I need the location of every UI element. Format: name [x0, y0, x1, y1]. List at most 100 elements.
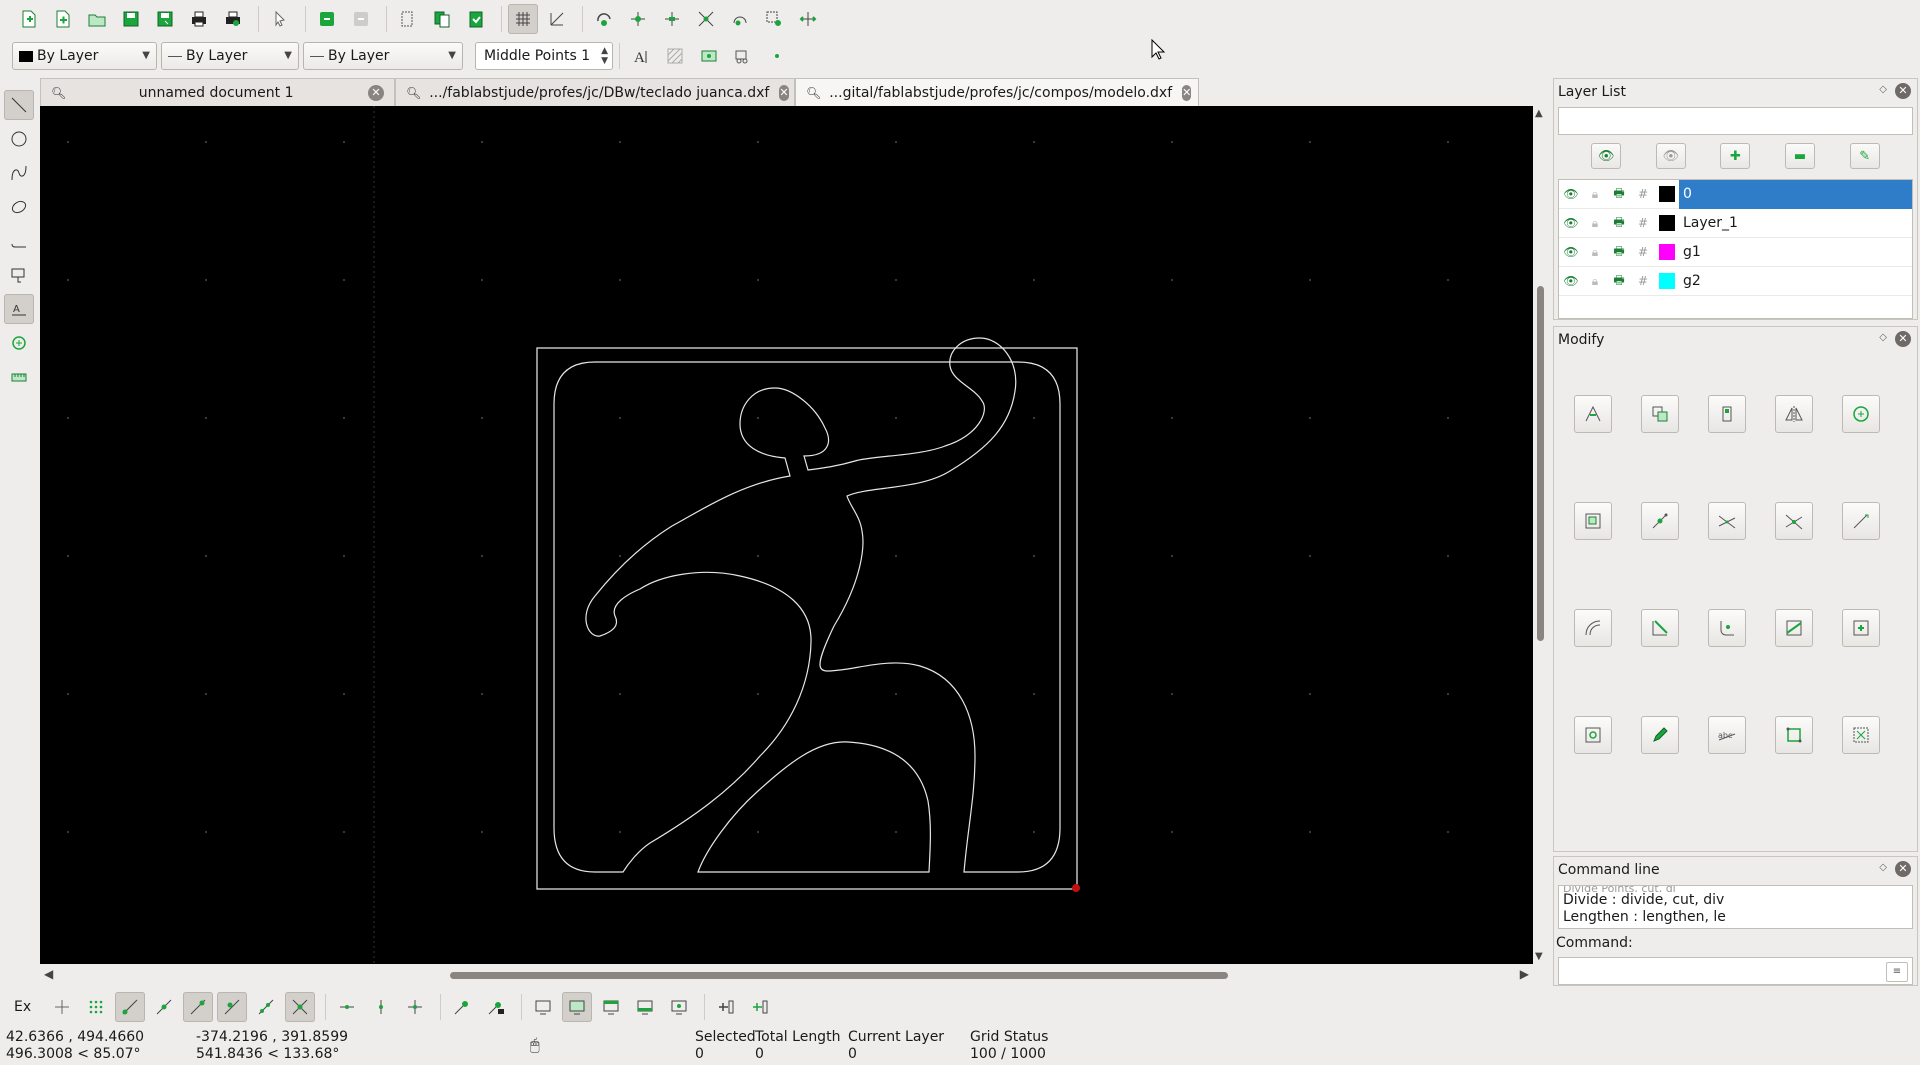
- tab-document-1[interactable]: 🔍︎ unnamed document 1 ✕: [40, 78, 395, 106]
- move-icon[interactable]: [1574, 395, 1612, 433]
- close-icon[interactable]: ✕: [779, 84, 789, 101]
- restrict-vertical-icon[interactable]: [366, 992, 396, 1022]
- zoom-previous-icon[interactable]: [725, 4, 755, 34]
- add-block-icon[interactable]: [711, 992, 741, 1022]
- drawing-canvas[interactable]: [40, 106, 1533, 964]
- eye-icon[interactable]: 👁︎: [1559, 267, 1583, 296]
- rotate-around-icon[interactable]: [1842, 395, 1880, 433]
- close-icon[interactable]: ✕: [1182, 84, 1192, 101]
- snap-grid-icon[interactable]: [81, 992, 111, 1022]
- paste-icon[interactable]: [461, 4, 491, 34]
- zoom-out-icon[interactable]: [657, 4, 687, 34]
- construction-icon[interactable]: #: [1631, 238, 1655, 267]
- save-as-icon[interactable]: [150, 4, 180, 34]
- print-preview-icon[interactable]: [218, 4, 248, 34]
- construction-icon[interactable]: #: [1631, 209, 1655, 238]
- snap-center-icon[interactable]: [183, 992, 214, 1022]
- menu-icon[interactable]: ≡: [1886, 962, 1908, 982]
- offset-icon[interactable]: [1574, 609, 1612, 647]
- zoom-window-icon[interactable]: [759, 4, 789, 34]
- spin-arrows-icon[interactable]: ▲ ▼: [601, 46, 608, 66]
- cut-icon[interactable]: [393, 4, 423, 34]
- close-icon[interactable]: ✕: [1895, 861, 1911, 877]
- edit-layer-button[interactable]: ✎: [1849, 143, 1880, 169]
- lock-icon[interactable]: 🔒︎: [1583, 267, 1607, 296]
- ortho-grid-icon[interactable]: [542, 4, 572, 34]
- grid-toggle-icon[interactable]: [508, 4, 538, 34]
- text-tool-icon[interactable]: A: [626, 41, 656, 71]
- arrow-down-icon[interactable]: ▼: [1535, 951, 1543, 962]
- printer-icon[interactable]: 🖶︎: [1607, 267, 1631, 296]
- float-icon[interactable]: ◇: [1879, 862, 1887, 873]
- stretch-icon[interactable]: [1641, 502, 1679, 540]
- select-tool-icon[interactable]: [4, 260, 34, 290]
- linetype-combo[interactable]: By Layer ▼: [161, 42, 299, 70]
- command-history[interactable]: Divide Points, cut, di Divide : divide, …: [1558, 885, 1913, 929]
- close-icon[interactable]: ✕: [368, 84, 384, 101]
- horizontal-scrollbar[interactable]: ◀ ▶: [40, 964, 1533, 986]
- lock-icon[interactable]: 🔒︎: [1583, 238, 1607, 267]
- insert-block-icon[interactable]: [745, 992, 775, 1022]
- command-input[interactable]: ≡: [1558, 957, 1913, 985]
- show-all-layers-button[interactable]: 👁︎: [1591, 143, 1622, 169]
- polyline-tool-icon[interactable]: [4, 226, 34, 256]
- ellipse-tool-icon[interactable]: [4, 192, 34, 222]
- undo-icon[interactable]: [312, 4, 342, 34]
- color-combo[interactable]: By Layer ▼: [12, 42, 157, 70]
- mirror-icon[interactable]: [1775, 395, 1813, 433]
- save-icon[interactable]: [116, 4, 146, 34]
- snap-free-icon[interactable]: [47, 992, 77, 1022]
- close-icon[interactable]: ✕: [1895, 331, 1911, 347]
- horizontal-scroll-thumb[interactable]: [450, 972, 1228, 979]
- rotate-icon[interactable]: [1708, 395, 1746, 433]
- arrow-left-icon[interactable]: ◀: [44, 967, 53, 981]
- eye-icon[interactable]: 👁︎: [1559, 238, 1583, 267]
- printer-icon[interactable]: 🖶︎: [1607, 209, 1631, 238]
- attributes-icon[interactable]: [1574, 716, 1612, 754]
- float-icon[interactable]: ◇: [1879, 84, 1887, 95]
- tab-document-3[interactable]: 🔍︎ ...gital/fablabstjude/profes/jc/compo…: [795, 78, 1199, 106]
- lock-icon[interactable]: 🔒︎: [1583, 209, 1607, 238]
- trim-two-icon[interactable]: [1775, 502, 1813, 540]
- construction-icon[interactable]: #: [1631, 180, 1655, 209]
- snap-on-entity-icon[interactable]: [149, 992, 179, 1022]
- select-pointer-icon[interactable]: [265, 4, 295, 34]
- layer-row[interactable]: 👁︎ 🔒︎ 🖶︎ #0: [1559, 179, 1912, 209]
- lengthen-icon[interactable]: [1842, 502, 1880, 540]
- view-custom-icon[interactable]: [664, 992, 694, 1022]
- vertical-scroll-thumb[interactable]: [1537, 286, 1544, 641]
- eye-icon[interactable]: 👁︎: [1559, 209, 1583, 238]
- restrict-horizontal-icon[interactable]: [332, 992, 362, 1022]
- snap-intersection-icon[interactable]: [285, 992, 316, 1022]
- curve-tool-icon[interactable]: [4, 158, 34, 188]
- restrict-orthogonal-icon[interactable]: [400, 992, 430, 1022]
- image-icon[interactable]: [694, 41, 724, 71]
- snap-middle-icon[interactable]: [217, 992, 248, 1022]
- lock-relative-zero-icon[interactable]: [481, 992, 511, 1022]
- edit-entity-icon[interactable]: [1641, 716, 1679, 754]
- trim-icon[interactable]: [1708, 502, 1746, 540]
- close-icon[interactable]: ✕: [1895, 83, 1911, 99]
- properties-icon[interactable]: [1842, 609, 1880, 647]
- bevel-icon[interactable]: [1641, 609, 1679, 647]
- eye-icon[interactable]: 👁︎: [1559, 180, 1583, 209]
- hide-all-layers-button[interactable]: 👁︎: [1655, 143, 1686, 169]
- print-icon[interactable]: [184, 4, 214, 34]
- block-insert-icon[interactable]: [728, 41, 758, 71]
- zoom-auto-icon[interactable]: [691, 4, 721, 34]
- remove-layer-button[interactable]: ▬: [1785, 143, 1816, 169]
- snap-endpoint-icon[interactable]: [115, 992, 146, 1022]
- redraw-icon[interactable]: [589, 4, 619, 34]
- line-tool-icon[interactable]: [4, 90, 34, 120]
- divide-icon[interactable]: [1775, 609, 1813, 647]
- measure-tool-icon[interactable]: [4, 362, 34, 392]
- add-layer-button[interactable]: ✚: [1720, 143, 1751, 169]
- delete-icon[interactable]: [1842, 716, 1880, 754]
- arrow-up-icon[interactable]: ▲: [1535, 108, 1543, 119]
- vertical-scrollbar[interactable]: ▲ ▼: [1533, 106, 1548, 964]
- zoom-in-icon[interactable]: [623, 4, 653, 34]
- printer-icon[interactable]: 🖶︎: [1607, 180, 1631, 209]
- arrow-right-icon[interactable]: ▶: [1520, 967, 1529, 981]
- copy-move-icon[interactable]: [1641, 395, 1679, 433]
- snap-middle-spinbox[interactable]: Middle Points 1 ▲ ▼: [475, 42, 613, 70]
